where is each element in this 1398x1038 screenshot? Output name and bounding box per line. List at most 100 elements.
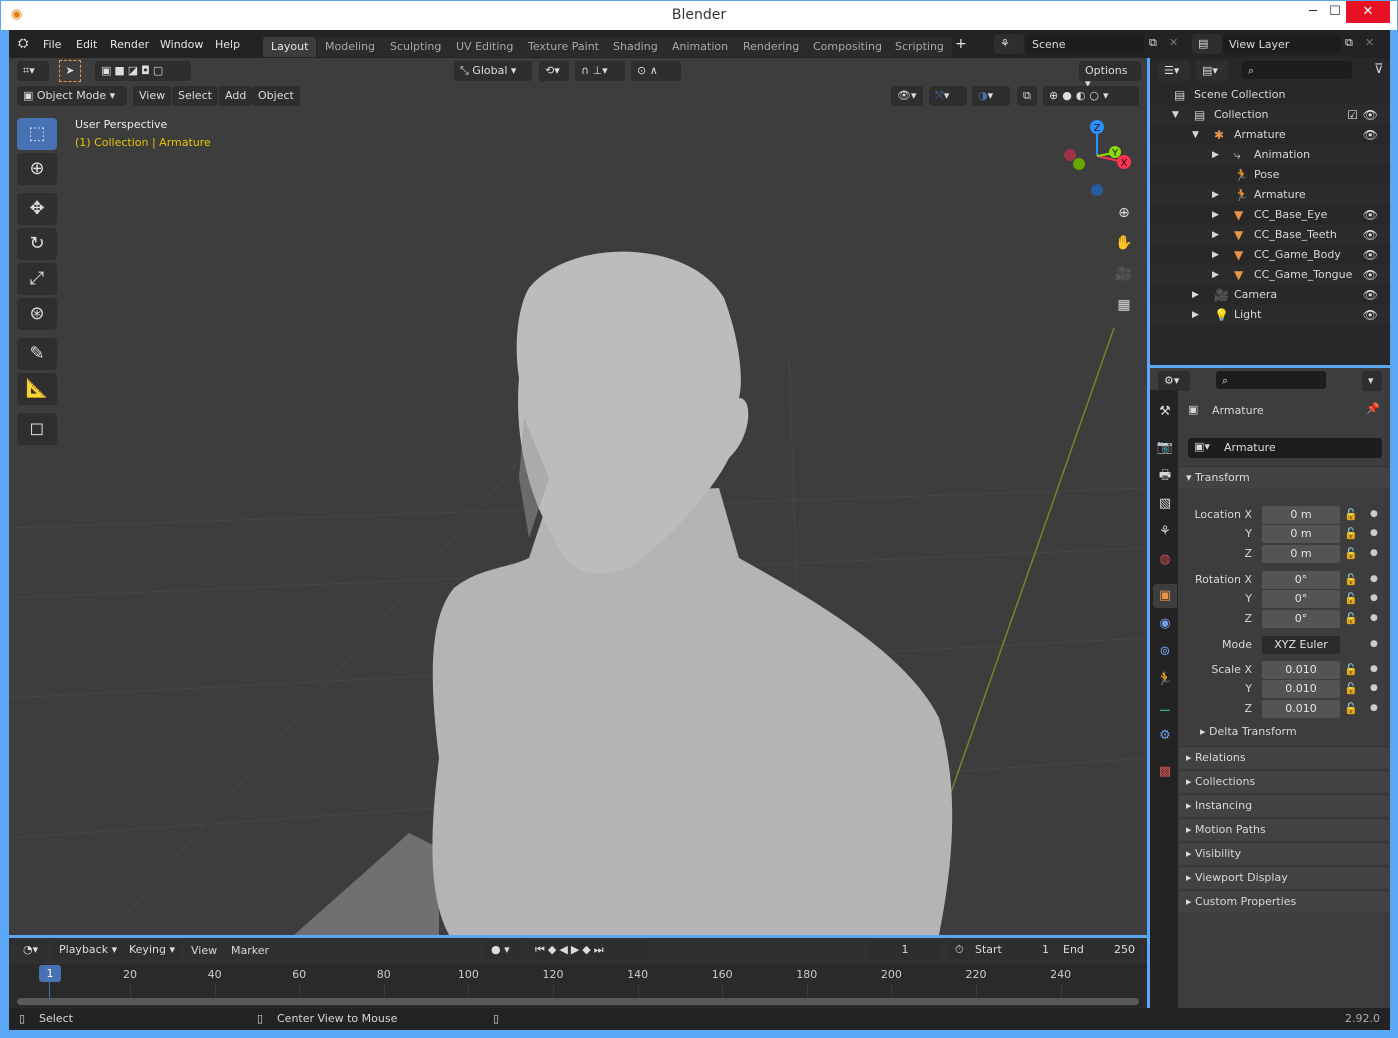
exclude-checkbox[interactable]: ☑ <box>1347 105 1358 125</box>
lock-icon[interactable]: 🔓 <box>1344 592 1358 605</box>
playback-controls[interactable]: ⏮◆◀▶◆⏭ <box>529 940 649 960</box>
proportional-edit-icon[interactable]: ⊙ ∧ <box>631 61 681 81</box>
tab-scripting[interactable]: Scripting <box>887 37 952 57</box>
menu-help[interactable]: Help <box>215 38 240 51</box>
add-workspace-button[interactable]: + <box>955 36 967 52</box>
rotation-mode-dropdown[interactable]: XYZ Euler <box>1262 636 1340 654</box>
keyframe-dot-icon[interactable]: ● <box>1370 664 1378 674</box>
filter-icon[interactable]: ⊽ <box>1374 62 1384 77</box>
bone-constraints-tab-icon[interactable]: ⚙ <box>1153 724 1177 748</box>
transform-value-field[interactable]: 0° <box>1262 571 1340 589</box>
panel-header[interactable]: ▸ Instancing <box>1178 794 1390 816</box>
keyframe-dot-icon[interactable]: ● <box>1370 703 1378 713</box>
annotate-tool[interactable]: ✎ <box>17 338 57 370</box>
shading-mode-buttons[interactable]: ⊕●◐○▾ <box>1043 86 1139 106</box>
timeline-scrollbar[interactable] <box>17 998 1139 1005</box>
view-layer-field[interactable]: View Layer <box>1223 35 1341 53</box>
outliner-item[interactable]: ▶ ▼ CC_Base_Teeth 👁 <box>1150 225 1390 245</box>
keyframe-dot-icon[interactable]: ● <box>1370 593 1378 603</box>
lock-icon[interactable]: 🔓 <box>1344 702 1358 715</box>
expand-arrow-icon[interactable]: ▶ <box>1212 145 1219 165</box>
scale-tool[interactable]: ⤢ <box>17 263 57 295</box>
auto-keying-toggle[interactable]: ● ▾ <box>485 940 521 960</box>
cursor-tool[interactable]: ⊕ <box>17 153 57 185</box>
new-view-layer-icon[interactable]: ⧉ <box>1345 36 1353 50</box>
remove-scene-icon[interactable]: ✕ <box>1169 36 1178 49</box>
tab-animation[interactable]: Animation <box>664 37 737 57</box>
expand-arrow-icon[interactable]: ▶ <box>1212 225 1219 245</box>
transform-value-field[interactable]: 0.010 <box>1262 700 1340 718</box>
eye-icon[interactable]: 👁 <box>1363 305 1378 325</box>
scene-icon[interactable]: ⚘ <box>994 34 1024 54</box>
current-frame-field[interactable]: 1 <box>869 940 941 960</box>
transform-value-field[interactable]: 0° <box>1262 590 1340 608</box>
menu-file[interactable]: File <box>43 38 61 51</box>
keyframe-dot-icon[interactable]: ● <box>1370 683 1378 693</box>
render-tab-icon[interactable]: 📷 <box>1153 436 1177 460</box>
transform-value-field[interactable]: 0° <box>1262 610 1340 628</box>
outliner-item[interactable]: 🏃 Pose <box>1150 165 1390 185</box>
outliner-item[interactable]: ▤ Scene Collection <box>1150 85 1390 105</box>
start-frame-field[interactable]: Start 1 <box>969 940 1055 960</box>
lock-icon[interactable]: 🔓 <box>1344 547 1358 560</box>
measure-tool[interactable]: 📐 <box>17 373 57 405</box>
lock-icon[interactable]: 🔓 <box>1344 527 1358 540</box>
panel-header[interactable]: ▸ Visibility <box>1178 842 1390 864</box>
mode-dropdown[interactable]: ▣ Object Mode ▾ <box>17 86 127 106</box>
expand-arrow-icon[interactable]: ▶ <box>1212 245 1219 265</box>
texture-tab-icon[interactable]: ▩ <box>1153 760 1177 784</box>
3d-viewport[interactable]: ⌗▾ ➤ ▣■◪◘▢ ⤡ Global ▾ ⟲▾ ∩ ⊥▾ ⊙ ∧ Option… <box>9 58 1147 935</box>
transform-tool[interactable]: ⊛ <box>17 298 57 330</box>
keying-menu[interactable]: Keying ▾ <box>123 940 181 960</box>
transform-value-field[interactable]: 0 m <box>1262 525 1340 543</box>
tab-rendering[interactable]: Rendering <box>735 37 808 57</box>
timeline-editor-type[interactable]: ◔▾ <box>17 940 47 960</box>
outliner-item[interactable]: ▼ ✱ Armature 👁 <box>1150 125 1390 145</box>
eye-icon[interactable]: 👁 <box>1363 245 1378 265</box>
outliner-editor-type[interactable]: ☰▾ <box>1158 61 1190 81</box>
keyframe-dot-icon[interactable]: ● <box>1370 509 1378 519</box>
tab-compositing[interactable]: Compositing <box>805 37 890 57</box>
panel-header[interactable]: ▸ Viewport Display <box>1178 866 1390 888</box>
keyframe-dot-icon[interactable]: ● <box>1370 613 1378 623</box>
expand-arrow-icon[interactable]: ▶ <box>1212 205 1219 225</box>
panel-header[interactable]: ▸ Relations <box>1178 746 1390 768</box>
expand-arrow-icon[interactable]: ▼ <box>1192 125 1199 145</box>
lock-icon[interactable]: 🔓 <box>1344 573 1358 586</box>
menu-edit[interactable]: Edit <box>76 38 97 51</box>
eye-icon[interactable]: 👁 <box>1363 225 1378 245</box>
keyframe-dot-icon[interactable]: ● <box>1370 639 1378 649</box>
timeline-view-menu[interactable]: View <box>191 944 217 957</box>
gizmo-toggle-icon[interactable]: ⤧▾ <box>929 86 967 106</box>
lock-icon[interactable]: 🔓 <box>1344 508 1358 521</box>
editor-type-button[interactable]: ⌗▾ <box>17 61 49 81</box>
outliner-item[interactable]: ▶ ⤷ Animation <box>1150 145 1390 165</box>
pin-icon[interactable]: 📌 <box>1366 402 1380 415</box>
outliner-item[interactable]: ▼ ▤ Collection ☑ 👁 <box>1150 105 1390 125</box>
select-box-tool[interactable]: ⬚ <box>17 118 57 150</box>
properties-options[interactable]: ▾ <box>1362 371 1382 391</box>
lock-icon[interactable]: 🔓 <box>1344 682 1358 695</box>
outliner-item[interactable]: ▶ ▼ CC_Game_Body 👁 <box>1150 245 1390 265</box>
properties-editor-type[interactable]: ⚙▾ <box>1158 371 1190 391</box>
menu-add[interactable]: Add <box>219 86 253 106</box>
perspective-toggle-icon[interactable]: ▦ <box>1113 294 1135 316</box>
eye-icon[interactable]: 👁 <box>1363 205 1378 225</box>
transform-panel-header[interactable]: ▾ Transform <box>1178 466 1390 488</box>
delta-transform-header[interactable]: ▸ Delta Transform <box>1200 725 1297 738</box>
add-cube-tool[interactable]: ◻ <box>17 413 57 445</box>
eye-icon[interactable]: 👁 <box>1363 125 1378 145</box>
expand-arrow-icon[interactable]: ▶ <box>1192 305 1199 325</box>
transform-value-field[interactable]: 0 m <box>1262 506 1340 524</box>
pivot-point-icon[interactable]: ⟲▾ <box>539 61 569 81</box>
outliner-item[interactable]: ▶ ▼ CC_Game_Tongue 👁 <box>1150 265 1390 285</box>
outliner-item[interactable]: ▶ 🎥 Camera 👁 <box>1150 285 1390 305</box>
outliner-search[interactable]: ⌕ <box>1242 61 1352 79</box>
scene-field[interactable]: Scene <box>1026 35 1144 53</box>
end-frame-field[interactable]: End 250 <box>1057 940 1141 960</box>
tab-shading[interactable]: Shading <box>605 37 666 57</box>
select-tool-icon[interactable]: ➤ <box>59 60 81 82</box>
eye-icon[interactable]: 👁 <box>1363 265 1378 285</box>
new-scene-icon[interactable]: ⧉ <box>1149 36 1157 50</box>
display-mode-dropdown[interactable]: ▤▾ <box>1196 61 1228 81</box>
